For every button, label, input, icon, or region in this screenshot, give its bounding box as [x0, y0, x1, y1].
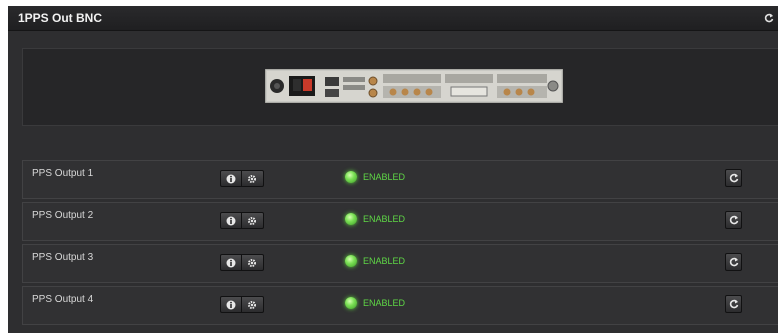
info-icon [226, 258, 236, 268]
row-refresh-button[interactable] [725, 253, 742, 271]
panel-refresh-button[interactable] [762, 11, 776, 25]
status-led-icon [345, 297, 357, 309]
output-label: PPS Output 4 [32, 294, 94, 305]
status-text: ENABLED [363, 298, 406, 308]
refresh-icon [764, 13, 774, 23]
status-text: ENABLED [363, 214, 406, 224]
status-led-icon [345, 171, 357, 183]
info-icon [226, 216, 236, 226]
info-button[interactable] [220, 212, 242, 229]
info-button[interactable] [220, 296, 242, 313]
device-image-area [22, 48, 778, 126]
refresh-icon [729, 173, 739, 183]
status-led-icon [345, 255, 357, 267]
rear-panel-image [265, 69, 563, 103]
settings-button[interactable] [242, 254, 264, 271]
pps-output-row: PPS Output 1 ENABLED [22, 160, 778, 199]
pps-output-row: PPS Output 4 ENABLED [22, 286, 778, 325]
row-refresh-button[interactable] [725, 211, 742, 229]
info-button[interactable] [220, 170, 242, 187]
panel-title: 1PPS Out BNC [18, 11, 103, 25]
pps-output-row: PPS Output 3 ENABLED [22, 244, 778, 283]
gear-icon [248, 217, 256, 225]
refresh-icon [729, 299, 739, 309]
output-label: PPS Output 2 [32, 210, 94, 221]
info-icon [226, 174, 236, 184]
status-led-icon [345, 213, 357, 225]
info-button[interactable] [220, 254, 242, 271]
row-refresh-button[interactable] [725, 169, 742, 187]
status-text: ENABLED [363, 172, 406, 182]
gear-icon [248, 259, 256, 267]
settings-button[interactable] [242, 212, 264, 229]
gear-icon [248, 175, 256, 183]
output-label: PPS Output 1 [32, 168, 94, 179]
settings-button[interactable] [242, 296, 264, 313]
panel-header: 1PPS Out BNC [8, 6, 778, 31]
info-icon [226, 300, 236, 310]
row-refresh-button[interactable] [725, 295, 742, 313]
status-text: ENABLED [363, 256, 406, 266]
pps-out-panel: 1PPS Out BNC PPS Output 1 ENABLED PPS Ou… [8, 6, 778, 333]
pps-output-row: PPS Output 2 ENABLED [22, 202, 778, 241]
refresh-icon [729, 215, 739, 225]
output-label: PPS Output 3 [32, 252, 94, 263]
gear-icon [248, 301, 256, 309]
refresh-icon [729, 257, 739, 267]
settings-button[interactable] [242, 170, 264, 187]
